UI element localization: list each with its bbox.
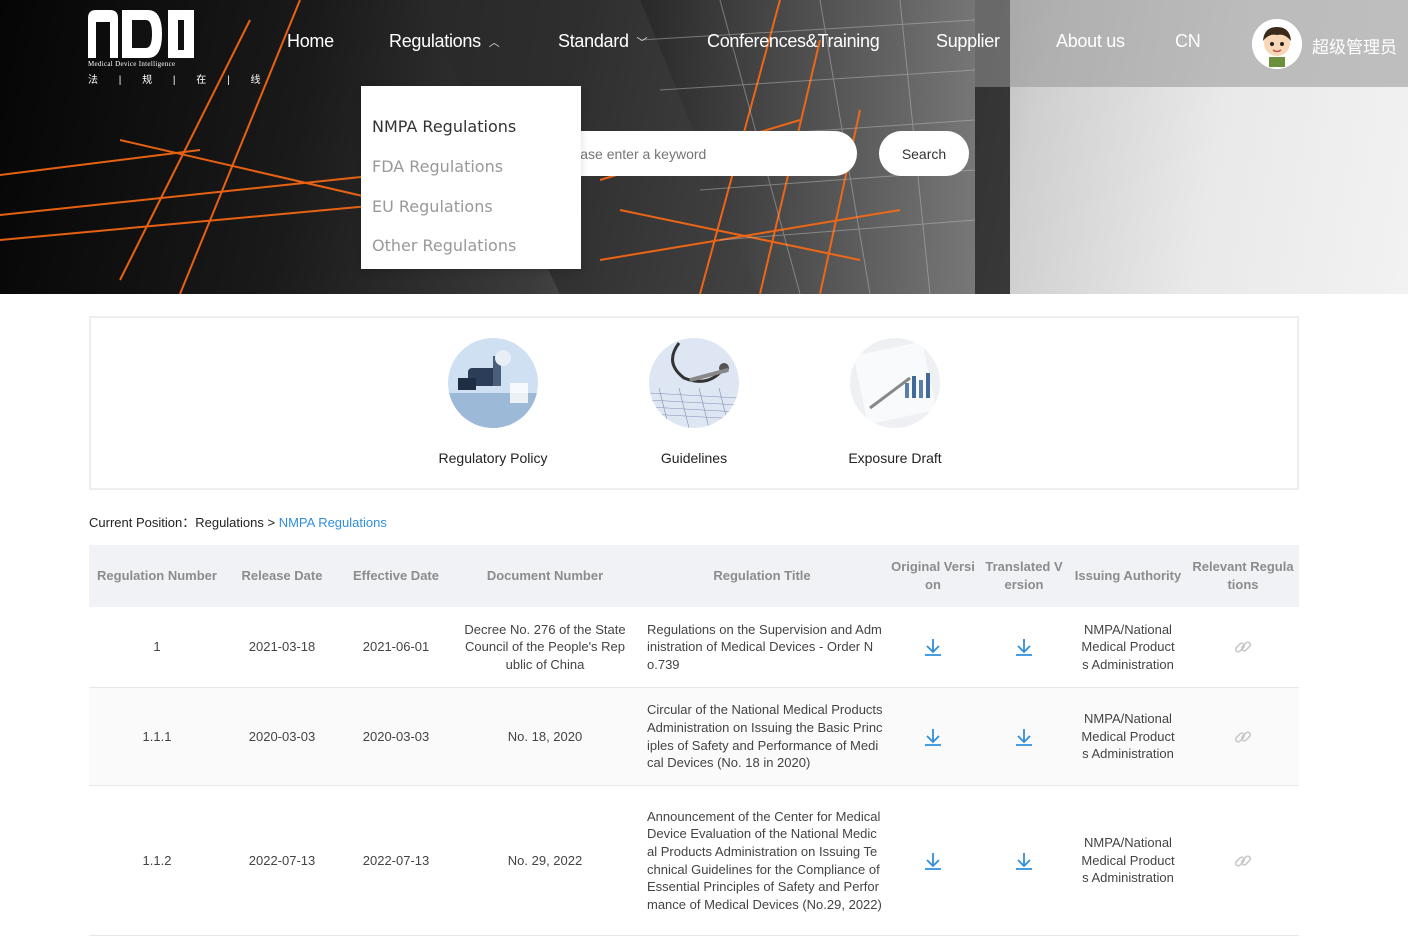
cell-issuing-authority: NMPA/National Medical Products Administr… <box>1081 711 1175 762</box>
nav-standard[interactable]: Standard ﹀ <box>558 31 648 52</box>
cell-release-date: 2022-07-13 <box>248 852 316 868</box>
cell-regulation-number: 1.1.1 <box>142 728 172 744</box>
menu-item-nmpa-regulations[interactable]: NMPA Regulations <box>372 117 516 136</box>
cell-issuing-authority: NMPA/National Medical Products Administr… <box>1081 621 1175 672</box>
search-button[interactable]: Search <box>879 131 969 176</box>
cell-translated-version <box>979 786 1069 935</box>
cell-translated-version <box>979 607 1069 687</box>
link-icon[interactable] <box>1232 636 1254 658</box>
cell-translated-version <box>979 688 1069 785</box>
nav-supplier[interactable]: Supplier <box>936 31 1000 52</box>
column-header-release-date: Release Date <box>241 568 323 583</box>
logo-chinese-text: 法 | 规 | 在 | 线 <box>88 75 270 86</box>
chevron-up-icon: ︿ <box>488 37 500 50</box>
cell-document-number: Decree No. 276 of the State Council of t… <box>464 621 626 672</box>
logo-mark-icon <box>88 10 194 58</box>
download-icon[interactable] <box>1013 726 1035 748</box>
cell-regulation-number: 1.1.2 <box>142 852 172 868</box>
category-exposure-draft[interactable]: Exposure Draft <box>825 338 965 466</box>
nav-conferences[interactable]: Conferences&Training <box>707 31 880 52</box>
breadcrumb: Current Position：Regulations > NMPA Regu… <box>89 512 387 531</box>
nav-language-cn[interactable]: CN <box>1175 31 1201 52</box>
site-logo[interactable]: Medical Device Intelligence 法 | 规 | 在 | … <box>88 10 260 86</box>
category-panel: Regulatory Policy Guidelines Exposure Dr… <box>89 316 1299 490</box>
cell-original-version <box>887 607 979 687</box>
download-icon[interactable] <box>1013 636 1035 658</box>
cell-relevant-regulations <box>1187 688 1299 785</box>
download-icon[interactable] <box>922 850 944 872</box>
report-chart-image-icon <box>850 338 940 428</box>
cell-original-version <box>887 786 979 935</box>
menu-item-other-regulations[interactable]: Other Regulations <box>372 236 516 255</box>
cell-regulation-number: 1 <box>153 639 161 655</box>
breadcrumb-regulations[interactable]: Regulations <box>195 515 264 530</box>
category-label: Guidelines <box>660 450 728 466</box>
download-icon[interactable] <box>922 726 944 748</box>
breadcrumb-separator: > <box>263 515 279 530</box>
logo-english-text: Medical Device Intelligence <box>88 60 176 68</box>
cell-document-number: No. 29, 2022 <box>507 852 583 868</box>
cell-original-version <box>887 688 979 785</box>
cell-release-date: 2020-03-03 <box>248 728 316 744</box>
cell-effective-date: 2020-03-03 <box>362 728 430 744</box>
column-header-original-version: Original Version <box>891 559 975 592</box>
cell-relevant-regulations <box>1187 786 1299 935</box>
menu-item-eu-regulations[interactable]: EU Regulations <box>372 197 493 216</box>
column-header-document-number: Document Number <box>486 568 604 583</box>
category-label: Regulatory Policy <box>438 450 548 466</box>
nav-home[interactable]: Home <box>287 31 334 52</box>
nav-about-us[interactable]: About us <box>1056 31 1125 52</box>
download-icon[interactable] <box>922 636 944 658</box>
microscope-image-icon <box>448 338 538 428</box>
nav-regulations[interactable]: Regulations ︿ <box>389 31 500 52</box>
column-header-regulation-number: Regulation Number <box>97 568 217 583</box>
cell-relevant-regulations <box>1187 607 1299 687</box>
user-avatar-icon <box>1252 19 1302 69</box>
regulations-dropdown-menu: NMPA Regulations FDA Regulations EU Regu… <box>361 86 581 269</box>
menu-item-fda-regulations[interactable]: FDA Regulations <box>372 157 503 176</box>
link-icon[interactable] <box>1232 850 1254 872</box>
category-regulatory-policy[interactable]: Regulatory Policy <box>423 338 563 466</box>
category-label: Exposure Draft <box>848 450 942 466</box>
username[interactable]: 超级管理员 <box>1312 33 1397 58</box>
cell-effective-date: 2022-07-13 <box>362 852 430 868</box>
hero-banner: Medical Device Intelligence 法 | 规 | 在 | … <box>0 0 1408 294</box>
download-icon[interactable] <box>1013 850 1035 872</box>
cell-regulation-title[interactable]: Announcement of the Center for Medical D… <box>637 786 887 935</box>
cell-regulation-title[interactable]: Circular of the National Medical Product… <box>637 688 887 785</box>
link-icon[interactable] <box>1232 726 1254 748</box>
column-header-effective-date: Effective Date <box>353 568 439 583</box>
chevron-down-icon: ﹀ <box>636 37 648 50</box>
stethoscope-image-icon <box>649 338 739 428</box>
category-guidelines[interactable]: Guidelines <box>624 338 764 466</box>
column-header-translated-version: Translated Version <box>985 559 1063 592</box>
table-row: 1.1.2 2022-07-13 2022-07-13 No. 29, 2022… <box>89 786 1299 936</box>
column-header-regulation-title: Regulation Title <box>713 568 811 583</box>
table-row: 1.1.1 2020-03-03 2020-03-03 No. 18, 2020… <box>89 688 1299 786</box>
table-row: 1 2021-03-18 2021-06-01 Decree No. 276 o… <box>89 607 1299 688</box>
column-header-relevant-regulations: Relevant Regulations <box>1192 559 1294 592</box>
cell-document-number: No. 18, 2020 <box>507 728 583 744</box>
cell-release-date: 2021-03-18 <box>248 639 316 655</box>
avatar[interactable] <box>1252 19 1302 69</box>
breadcrumb-prefix: Current Position： <box>89 515 196 530</box>
cell-regulation-title[interactable]: Regulations on the Supervision and Admin… <box>637 607 887 687</box>
cell-effective-date: 2021-06-01 <box>362 639 430 655</box>
cell-issuing-authority: NMPA/National Medical Products Administr… <box>1081 835 1175 886</box>
column-header-issuing-authority: Issuing Authority <box>1074 568 1182 583</box>
table-header: Regulation Number Release Date Effective… <box>89 545 1299 607</box>
breadcrumb-current[interactable]: NMPA Regulations <box>279 515 387 530</box>
